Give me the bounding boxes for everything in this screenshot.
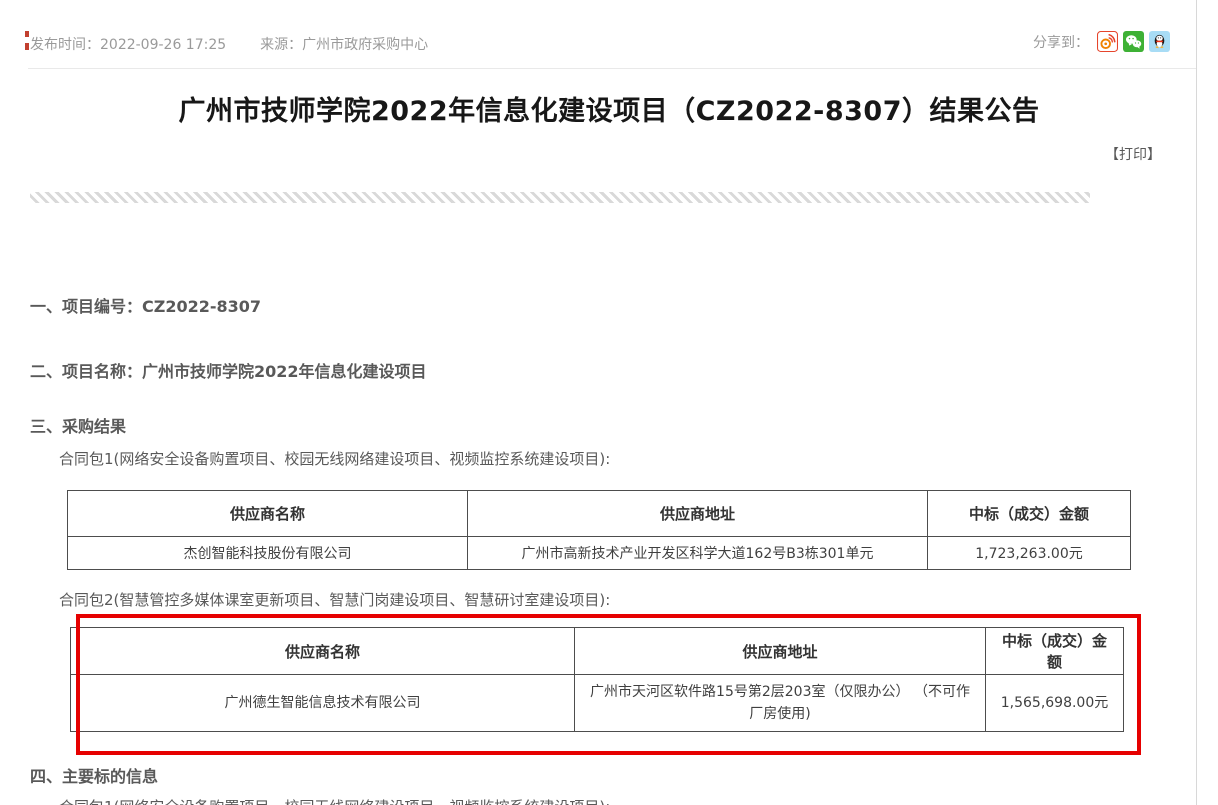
award-amount-cell: 1,565,698.00元 (986, 675, 1124, 732)
weibo-icon[interactable] (1097, 31, 1118, 52)
table-header-row: 供应商名称 供应商地址 中标（成交）金额 (68, 491, 1131, 537)
annotation-mark (25, 43, 29, 50)
wechat-icon[interactable] (1123, 31, 1144, 52)
contract-package-2-label: 合同包2(智慧管控多媒体课室更新项目、智慧门岗建设项目、智慧研讨室建设项目): (59, 589, 610, 610)
result-table-package-2: 供应商名称 供应商地址 中标（成交）金额 广州德生智能信息技术有限公司 广州市天… (70, 627, 1124, 732)
header-divider (28, 68, 1196, 69)
header-award-amount: 中标（成交）金额 (986, 628, 1124, 675)
supplier-address-cell: 广州市高新技术产业开发区科学大道162号B3栋301单元 (468, 537, 928, 570)
publish-time-value: 2022-09-26 17:25 (100, 37, 226, 53)
share-label: 分享到： (1033, 32, 1089, 52)
header-supplier-name: 供应商名称 (68, 491, 468, 537)
section-procurement-result: 三、采购结果 (30, 413, 126, 437)
header-supplier-address: 供应商地址 (468, 491, 928, 537)
share-bar: 分享到： (1033, 31, 1170, 52)
header-supplier-address: 供应商地址 (575, 628, 986, 675)
result-table-package-1: 供应商名称 供应商地址 中标（成交）金额 杰创智能科技股份有限公司 广州市高新技… (67, 490, 1131, 570)
source-value: 广州市政府采购中心 (302, 37, 428, 53)
annotation-mark (25, 31, 29, 37)
page-title: 广州市技师学院2022年信息化建设项目（CZ2022-8307）结果公告 (0, 89, 1218, 128)
source-label: 来源： (260, 37, 302, 53)
header-award-amount: 中标（成交）金额 (928, 491, 1131, 537)
page-right-border (1196, 0, 1197, 805)
meta-bar: 发布时间：2022-09-26 17:25 来源：广州市政府采购中心 (30, 34, 428, 54)
announcement-page: 发布时间：2022-09-26 17:25 来源：广州市政府采购中心 分享到： (0, 0, 1218, 805)
supplier-name-cell: 广州德生智能信息技术有限公司 (71, 675, 575, 732)
contract-package-1-label-partial: 合同包1(网络安全设备购置项目、校园无线网络建设项目、视频监控系统建设项目): (59, 796, 610, 805)
section-project-name: 二、项目名称：广州市技师学院2022年信息化建设项目 (30, 358, 427, 382)
table-row: 杰创智能科技股份有限公司 广州市高新技术产业开发区科学大道162号B3栋301单… (68, 537, 1131, 570)
contract-package-1-label: 合同包1(网络安全设备购置项目、校园无线网络建设项目、视频监控系统建设项目): (59, 448, 610, 469)
header-supplier-name: 供应商名称 (71, 628, 575, 675)
table-row: 广州德生智能信息技术有限公司 广州市天河区软件路15号第2层203室（仅限办公）… (71, 675, 1124, 732)
hatched-divider (30, 192, 1090, 203)
qq-icon[interactable] (1149, 31, 1170, 52)
section-main-subject-info: 四、主要标的信息 (30, 763, 158, 787)
table-header-row: 供应商名称 供应商地址 中标（成交）金额 (71, 628, 1124, 675)
supplier-address-cell: 广州市天河区软件路15号第2层203室（仅限办公） （不可作厂房使用) (575, 675, 986, 732)
print-button[interactable]: 【打印】 (1105, 144, 1161, 164)
award-amount-cell: 1,723,263.00元 (928, 537, 1131, 570)
publish-time-label: 发布时间： (30, 37, 100, 53)
section-project-number: 一、项目编号：CZ2022-8307 (30, 293, 261, 317)
supplier-name-cell: 杰创智能科技股份有限公司 (68, 537, 468, 570)
